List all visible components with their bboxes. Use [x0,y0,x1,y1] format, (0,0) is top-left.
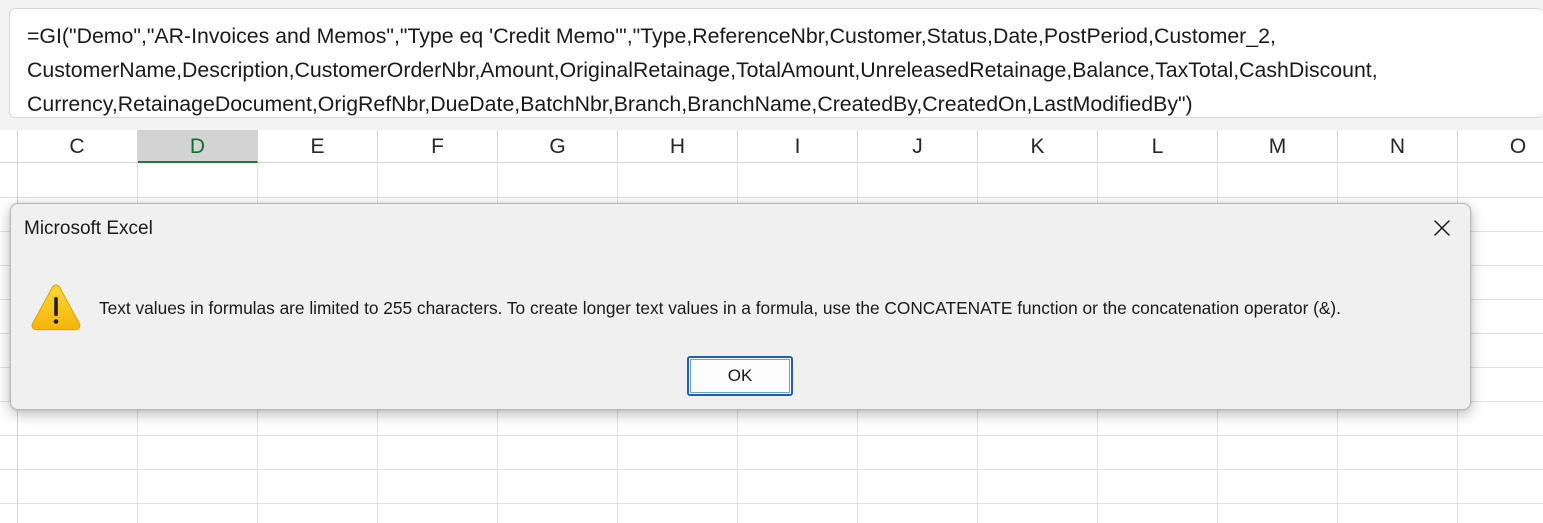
column-header-f[interactable]: F [378,130,498,162]
column-header-l[interactable]: L [1098,130,1218,162]
close-button[interactable] [1428,214,1456,242]
close-icon [1434,220,1450,236]
formula-line-3: Currency,RetainageDocument,OrigRefNbr,Du… [27,92,1193,116]
excel-alert-dialog: Microsoft Excel Text values in formulas … [10,203,1471,410]
ok-button[interactable]: OK [687,356,793,396]
ok-button-label: OK [727,366,753,385]
column-header-o[interactable]: O [1458,130,1543,162]
formula-bar[interactable]: =GI("Demo","AR-Invoices and Memos","Type… [9,8,1543,118]
column-header-e[interactable]: E [258,130,378,162]
formula-line-1: =GI("Demo","AR-Invoices and Memos","Type… [27,24,1276,48]
dialog-message: Text values in formulas are limited to 2… [99,298,1341,318]
dialog-title: Microsoft Excel [24,218,153,239]
column-header-h[interactable]: H [618,130,738,162]
column-header-j[interactable]: J [858,130,978,162]
column-header-c[interactable]: C [17,130,138,162]
column-header-g[interactable]: G [498,130,618,162]
column-header-n[interactable]: N [1338,130,1458,162]
formula-line-2: CustomerName,Description,CustomerOrderNb… [27,58,1378,82]
column-header-i[interactable]: I [738,130,858,162]
column-header-d[interactable]: D [138,130,258,163]
column-header-m[interactable]: M [1218,130,1338,162]
column-header-row: C D E F G H I J K L M N O [0,130,1543,163]
warning-icon [31,284,81,331]
column-header-k[interactable]: K [978,130,1098,162]
